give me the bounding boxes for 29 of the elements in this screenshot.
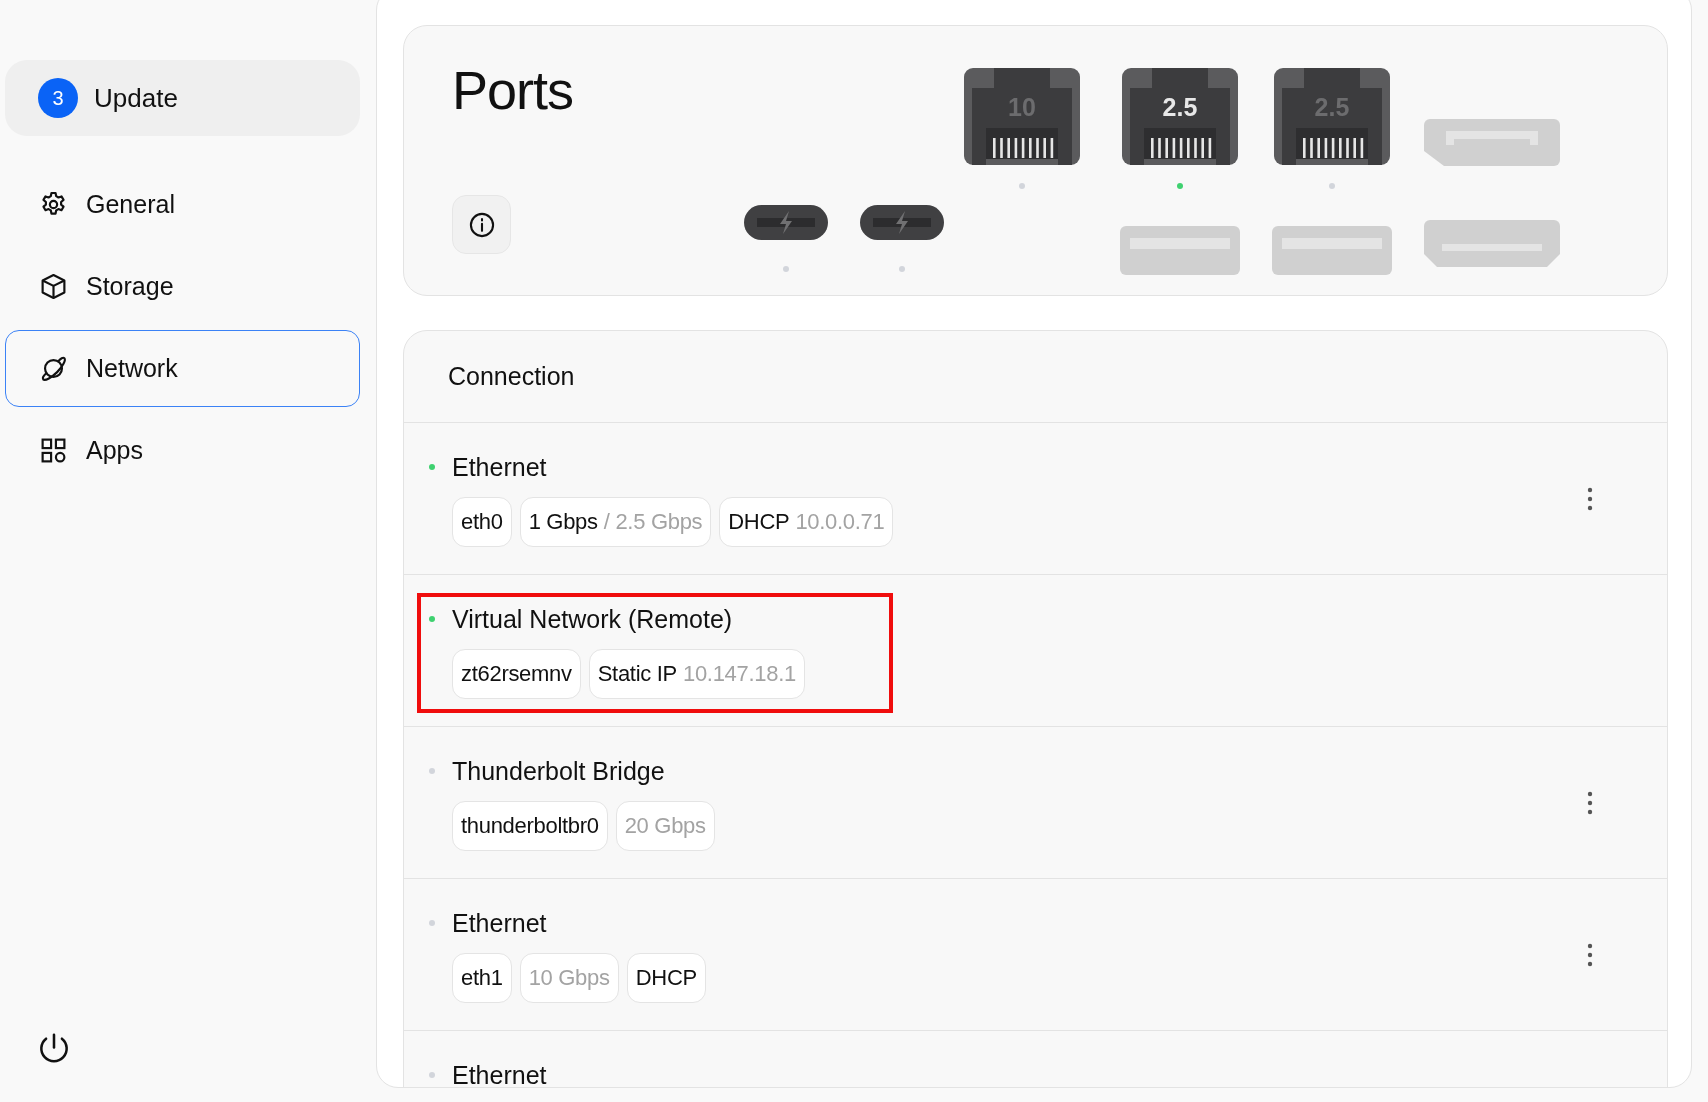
info-tag: 1 Gbps / 2.5 Gbps: [519, 497, 712, 547]
sidebar-item[interactable]: Apps: [5, 412, 360, 489]
panel-title: Connection: [448, 362, 575, 391]
connection-name: Ethernet: [452, 452, 547, 482]
grid-icon: [39, 436, 68, 465]
info-tag: eth0: [452, 497, 512, 547]
info-icon: [467, 210, 496, 239]
update-button[interactable]: 3 Update: [5, 60, 360, 136]
sidebar-item[interactable]: Network: [5, 330, 360, 407]
info-tag: DHCP: [626, 953, 706, 1003]
count-badge: 3: [38, 78, 78, 118]
connection-name: Thunderbolt Bridge: [452, 756, 665, 786]
info-tag: DHCP 10.0.0.71: [719, 497, 894, 547]
connection-name: Ethernet: [452, 908, 547, 938]
info-tag: thunderboltbr0: [452, 801, 608, 851]
info-tag: 10 Gbps: [519, 953, 619, 1003]
info-tag: zt62rsemnv: [452, 649, 581, 699]
info-tag: 20 Gbps: [615, 801, 715, 851]
info-button[interactable]: [452, 195, 511, 254]
sidebar-item[interactable]: General: [5, 166, 360, 243]
sidebar-item[interactable]: Storage: [5, 248, 360, 325]
cube-icon: [39, 272, 68, 301]
panel-title: Ports: [452, 62, 574, 118]
planet-icon: [39, 354, 68, 383]
port-speed-label: 2.5: [1162, 93, 1198, 121]
info-tag: eth1: [452, 953, 512, 1003]
connection-name: Ethernet: [452, 1060, 547, 1087]
connection-name: Virtual Network (Remote): [452, 604, 733, 634]
info-tag: Static IP 10.147.18.1: [588, 649, 805, 699]
